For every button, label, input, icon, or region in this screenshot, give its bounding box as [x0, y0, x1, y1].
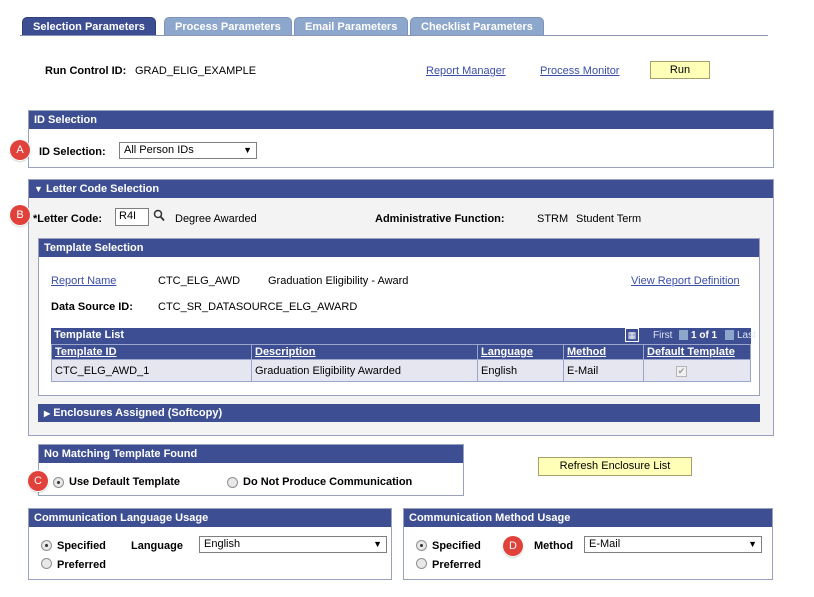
method-dropdown[interactable]: E-Mail ▼	[584, 536, 762, 553]
id-selection-label: ID Selection:	[39, 146, 106, 158]
admin-function-code: STRM	[537, 213, 569, 225]
column-header-language[interactable]: Language	[477, 344, 564, 360]
no-match-header: No Matching Template Found	[39, 445, 463, 463]
method-label: Method	[534, 540, 574, 552]
cell-method: E-Mail	[563, 359, 644, 382]
dropdown-arrow-icon: ▼	[748, 539, 757, 549]
cell-template-id: CTC_ELG_AWD_1	[51, 359, 252, 382]
nav-last-label[interactable]: Last	[737, 330, 756, 341]
comm-method-header: Communication Method Usage	[404, 509, 772, 527]
report-name-desc: Graduation Eligibility - Award	[268, 275, 409, 287]
tab-process-parameters[interactable]: Process Parameters	[164, 17, 292, 36]
run-control-label: Run Control ID:	[45, 65, 127, 77]
comm-method-group: Communication Method Usage Specified Pre…	[403, 508, 773, 580]
no-match-group: No Matching Template Found Use Default T…	[38, 444, 464, 496]
language-preferred-label: Preferred	[57, 559, 106, 571]
do-not-produce-label: Do Not Produce Communication	[243, 476, 413, 488]
template-selection-header: Template Selection	[39, 239, 759, 257]
dropdown-arrow-icon: ▼	[373, 539, 382, 549]
dropdown-arrow-icon: ▼	[243, 145, 252, 155]
tab-checklist-parameters[interactable]: Checklist Parameters	[410, 17, 544, 36]
method-value: E-Mail	[589, 538, 621, 550]
letter-code-description: Degree Awarded	[175, 213, 257, 225]
table-row: CTC_ELG_AWD_1 Graduation Eligibility Awa…	[51, 359, 751, 382]
language-label: Language	[131, 540, 183, 552]
prev-arrow-icon[interactable]	[679, 330, 688, 340]
expand-triangle-icon: ▶	[44, 409, 51, 418]
admin-function-desc: Student Term	[576, 213, 642, 225]
annotation-badge-c: C	[28, 471, 48, 491]
letter-code-group: ▼ Letter Code Selection *Letter Code: R4…	[28, 179, 774, 436]
lookup-search-icon[interactable]	[153, 209, 165, 225]
cell-description: Graduation Eligibility Awarded	[251, 359, 478, 382]
enclosures-header[interactable]: ▶ Enclosures Assigned (Softcopy)	[38, 404, 760, 422]
column-header-default-template[interactable]: Default Template	[643, 344, 751, 360]
language-preferred-radio[interactable]	[41, 558, 52, 569]
collapse-triangle-icon: ▼	[34, 184, 43, 194]
method-preferred-label: Preferred	[432, 559, 481, 571]
template-list-title: Template List	[54, 329, 125, 341]
template-list-bar: Template List ▦ First 1 of 1 Last	[51, 328, 756, 344]
data-source-label: Data Source ID:	[51, 301, 133, 313]
grid-view-icon[interactable]: ▦	[625, 328, 639, 342]
enclosures-title: Enclosures Assigned (Softcopy)	[53, 407, 223, 419]
annotation-badge-d: D	[503, 536, 523, 556]
refresh-enclosure-list-button[interactable]: Refresh Enclosure List	[538, 457, 692, 476]
cell-default-template: ✔	[643, 359, 751, 382]
id-selection-group: ID Selection ID Selection: All Person ID…	[28, 110, 774, 168]
column-header-method[interactable]: Method	[563, 344, 644, 360]
next-arrow-icon[interactable]	[725, 330, 734, 340]
tab-divider	[20, 35, 768, 36]
nav-range-label: 1 of 1	[691, 330, 718, 341]
admin-function-label: Administrative Function:	[375, 213, 505, 225]
id-selection-header: ID Selection	[29, 111, 773, 129]
use-default-template-label: Use Default Template	[69, 476, 181, 488]
tab-email-parameters[interactable]: Email Parameters	[294, 17, 409, 36]
id-selection-value: All Person IDs	[124, 144, 194, 156]
method-specified-label: Specified	[432, 540, 481, 552]
use-default-template-radio[interactable]	[53, 477, 64, 488]
template-selection-group: Template Selection Report Name CTC_ELG_A…	[38, 238, 760, 396]
language-dropdown[interactable]: English ▼	[199, 536, 387, 553]
letter-code-header[interactable]: ▼ Letter Code Selection	[29, 180, 773, 198]
method-specified-radio[interactable]	[416, 540, 427, 551]
letter-code-title: Letter Code Selection	[45, 183, 160, 195]
comm-language-group: Communication Language Usage Specified P…	[28, 508, 392, 580]
column-header-description[interactable]: Description	[251, 344, 478, 360]
default-template-checkbox[interactable]: ✔	[676, 365, 687, 377]
report-name-code: CTC_ELG_AWD	[158, 275, 241, 287]
letter-code-label: *Letter Code:	[33, 213, 103, 225]
comm-language-header: Communication Language Usage	[29, 509, 391, 527]
run-button[interactable]: Run	[650, 61, 710, 79]
nav-first-label[interactable]: First	[653, 330, 672, 341]
annotation-badge-a: A	[10, 140, 30, 160]
data-source-value: CTC_SR_DATASOURCE_ELG_AWARD	[158, 301, 358, 313]
language-specified-radio[interactable]	[41, 540, 52, 551]
cell-language: English	[477, 359, 564, 382]
id-selection-dropdown[interactable]: All Person IDs ▼	[119, 142, 257, 159]
annotation-badge-b: B	[10, 205, 30, 225]
method-preferred-radio[interactable]	[416, 558, 427, 569]
template-list-table: Template ID Description Language Method …	[51, 344, 751, 382]
view-report-definition-link[interactable]: View Report Definition	[631, 275, 740, 287]
template-list-header-row: Template ID Description Language Method …	[51, 344, 751, 360]
language-specified-label: Specified	[57, 540, 106, 552]
report-name-link[interactable]: Report Name	[51, 275, 116, 287]
report-manager-link[interactable]: Report Manager	[426, 65, 506, 77]
letter-code-input[interactable]: R4I	[115, 208, 149, 226]
tab-selection-parameters[interactable]: Selection Parameters	[22, 17, 156, 36]
do-not-produce-radio[interactable]	[227, 477, 238, 488]
run-control-value: GRAD_ELIG_EXAMPLE	[135, 65, 257, 77]
column-header-template-id[interactable]: Template ID	[51, 344, 252, 360]
language-value: English	[204, 538, 241, 550]
process-monitor-link[interactable]: Process Monitor	[540, 65, 619, 77]
